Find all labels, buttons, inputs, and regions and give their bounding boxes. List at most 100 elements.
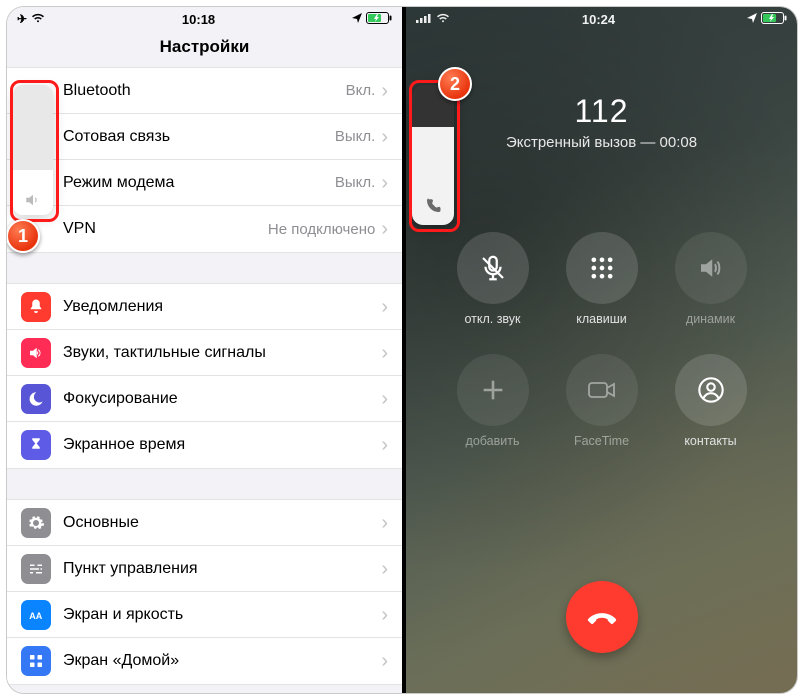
row-value: Вкл. <box>346 82 376 99</box>
facetime-button[interactable]: FaceTime <box>547 354 656 448</box>
button-label: клавиши <box>576 312 627 326</box>
speaker-icon <box>21 338 51 368</box>
screenshot-frame: ✈︎ 10:18 Настройки Bluetooth Вкл. <box>6 6 798 694</box>
row-label: Звуки, тактильные сигналы <box>63 344 381 362</box>
chevron-right-icon: › <box>381 219 388 239</box>
plus-icon <box>479 376 507 404</box>
row-bluetooth[interactable]: Bluetooth Вкл. › <box>7 68 402 114</box>
button-label: добавить <box>466 434 520 448</box>
row-label: Сотовая связь <box>63 128 335 146</box>
speaker-button[interactable]: динамик <box>656 232 765 326</box>
chevron-right-icon: › <box>381 435 388 455</box>
text-size-icon: AA <box>21 600 51 630</box>
row-control-center[interactable]: Пункт управления › <box>7 546 402 592</box>
chevron-right-icon: › <box>381 127 388 147</box>
status-bar: ✈︎ 10:18 <box>7 7 402 31</box>
mute-button[interactable]: откл. звук <box>438 232 547 326</box>
status-left: ✈︎ <box>17 12 45 26</box>
signal-icon <box>416 12 432 26</box>
wifi-icon <box>31 12 45 26</box>
chevron-right-icon: › <box>381 297 388 317</box>
contact-icon <box>697 376 725 404</box>
row-vpn[interactable]: VPN Не подключено › <box>7 206 402 252</box>
button-label: динамик <box>686 312 735 326</box>
end-call-button[interactable] <box>566 581 638 653</box>
volume-hud <box>412 85 454 225</box>
annotation-badge-2: 2 <box>438 67 472 101</box>
status-bar: 10:24 <box>406 7 797 31</box>
row-notifications[interactable]: Уведомления › <box>7 284 402 330</box>
status-left <box>416 12 450 26</box>
status-time: 10:24 <box>450 12 747 27</box>
row-label: Пункт управления <box>63 560 381 578</box>
speaker-muted-icon <box>24 193 42 207</box>
call-number: 112 <box>406 93 797 130</box>
facetime-icon <box>587 379 617 401</box>
row-home-screen[interactable]: Экран «Домой» › <box>7 638 402 684</box>
phone-right-call: 10:24 112 Экстренный вызов — 00:08 откл.… <box>402 7 797 693</box>
status-right <box>352 12 392 27</box>
chevron-right-icon: › <box>381 559 388 579</box>
volume-empty <box>13 85 53 170</box>
chevron-right-icon: › <box>381 173 388 193</box>
bell-icon <box>21 292 51 322</box>
row-label: Экран «Домой» <box>63 652 381 670</box>
row-screentime[interactable]: Экранное время › <box>7 422 402 468</box>
battery-icon <box>761 12 787 27</box>
row-label: Фокусирование <box>63 390 381 408</box>
chevron-right-icon: › <box>381 651 388 671</box>
button-label: откл. звук <box>464 312 520 326</box>
page-title: Настройки <box>7 31 402 67</box>
status-right <box>747 12 787 27</box>
mic-off-icon <box>478 253 508 283</box>
row-display[interactable]: AA Экран и яркость › <box>7 592 402 638</box>
row-value: Не подключено <box>268 221 375 238</box>
row-focus[interactable]: Фокусирование › <box>7 376 402 422</box>
keypad-icon <box>588 254 616 282</box>
row-sounds[interactable]: Звуки, тактильные сигналы › <box>7 330 402 376</box>
annotation-badge-1: 1 <box>7 219 40 253</box>
contacts-button[interactable]: контакты <box>656 354 765 448</box>
svg-text:AA: AA <box>29 610 42 620</box>
chevron-right-icon: › <box>381 513 388 533</box>
app-grid-icon <box>21 646 51 676</box>
battery-icon <box>366 12 392 27</box>
sliders-icon <box>21 554 51 584</box>
airplane-icon: ✈︎ <box>17 12 27 26</box>
row-hotspot[interactable]: Режим модема Выкл. › <box>7 160 402 206</box>
call-subtitle: Экстренный вызов — 00:08 <box>406 134 797 151</box>
chevron-right-icon: › <box>381 343 388 363</box>
phone-hangup-icon <box>585 600 619 634</box>
moon-icon <box>21 384 51 414</box>
phone-left-settings: ✈︎ 10:18 Настройки Bluetooth Вкл. <box>7 7 402 693</box>
row-value: Выкл. <box>335 128 375 145</box>
phone-icon <box>424 197 442 215</box>
hourglass-icon <box>21 430 51 460</box>
volume-hud <box>13 85 53 215</box>
keypad-button[interactable]: клавиши <box>547 232 656 326</box>
chevron-right-icon: › <box>381 605 388 625</box>
chevron-right-icon: › <box>381 389 388 409</box>
button-label: контакты <box>684 434 736 448</box>
call-button-grid: откл. звук клавиши динамик добавить <box>406 232 797 448</box>
location-icon <box>747 12 757 26</box>
chevron-right-icon: › <box>381 81 388 101</box>
row-label: Основные <box>63 514 381 532</box>
row-label: Экранное время <box>63 436 381 454</box>
location-icon <box>352 12 362 26</box>
row-label: Экран и яркость <box>63 606 381 624</box>
row-cellular[interactable]: Сотовая связь Выкл. › <box>7 114 402 160</box>
add-call-button[interactable]: добавить <box>438 354 547 448</box>
settings-group-general: Основные › Пункт управления › AA Экран и… <box>7 499 402 685</box>
row-label: Режим модема <box>63 174 335 192</box>
gear-icon <box>21 508 51 538</box>
wifi-icon <box>436 12 450 26</box>
row-label: VPN <box>63 220 268 238</box>
row-general[interactable]: Основные › <box>7 500 402 546</box>
settings-group-sounds: Уведомления › Звуки, тактильные сигналы … <box>7 283 402 469</box>
status-time: 10:18 <box>45 12 352 27</box>
speaker-icon <box>696 253 726 283</box>
button-label: FaceTime <box>574 434 629 448</box>
row-value: Выкл. <box>335 174 375 191</box>
settings-group-connectivity: Bluetooth Вкл. › Сотовая связь Выкл. › Р… <box>7 67 402 253</box>
